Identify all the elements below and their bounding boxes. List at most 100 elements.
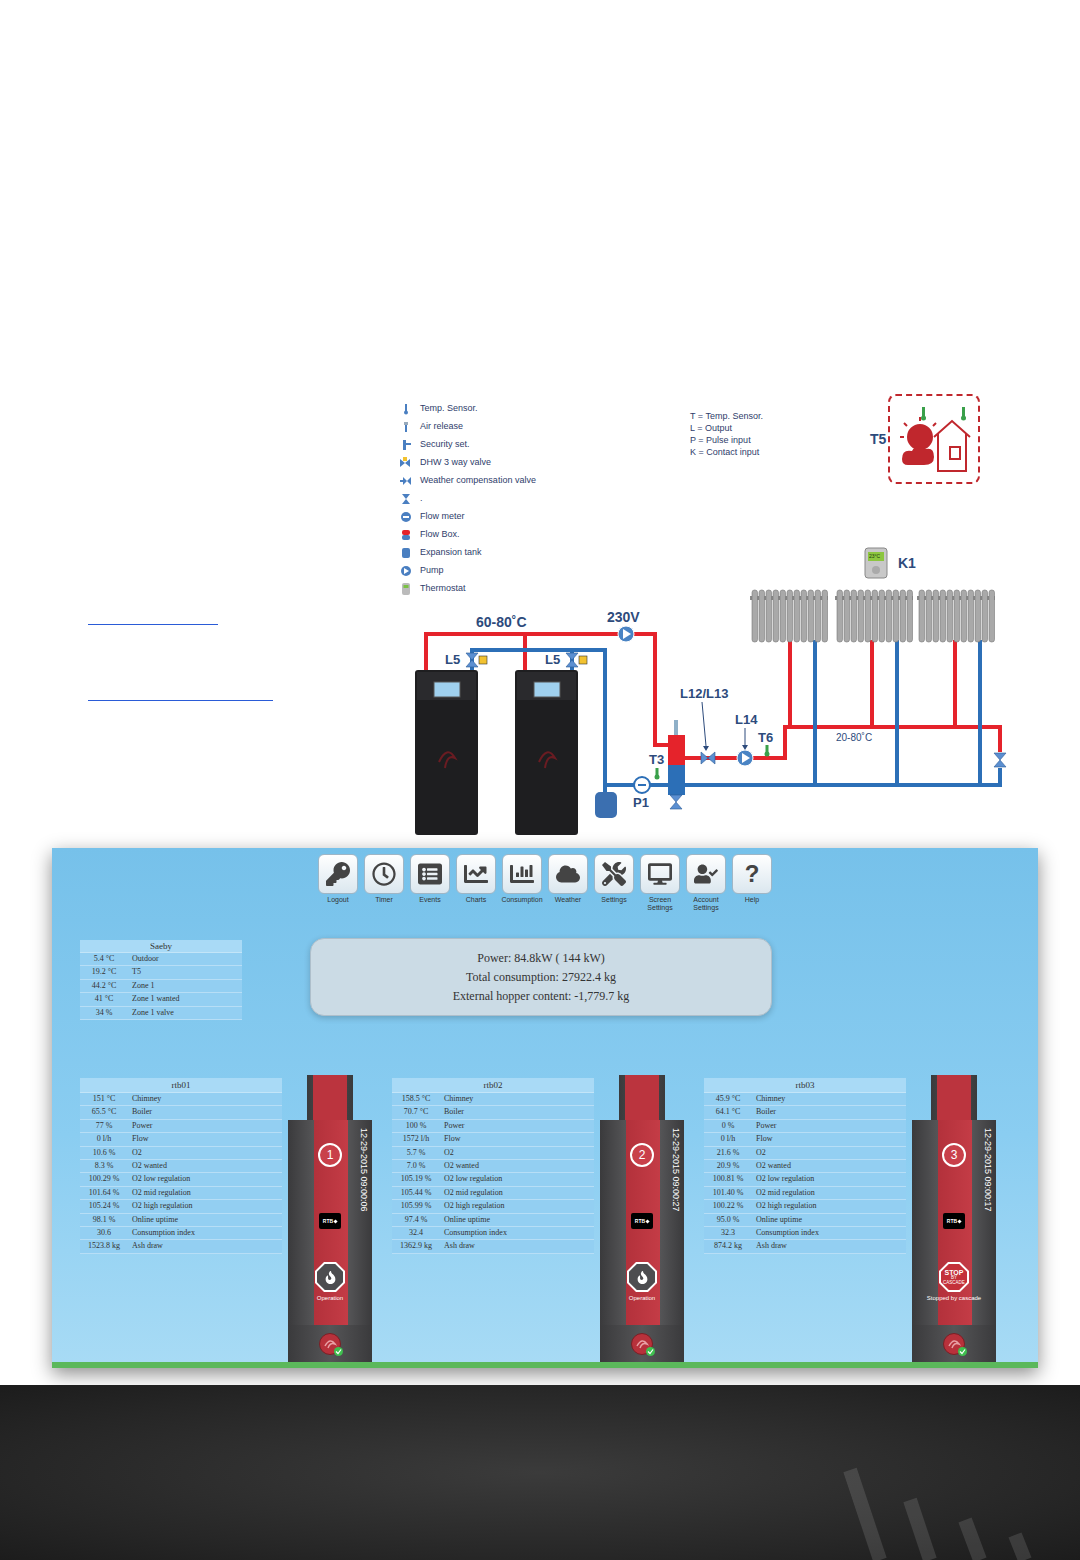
charts-icon (464, 862, 488, 886)
boiler-chimney[interactable]: 2RTBOperation12-29-2015 09:00:27 (600, 1075, 684, 1362)
toolbar-item[interactable]: Logout (315, 854, 361, 904)
pump-voltage-label: 230V (607, 610, 640, 624)
timer-icon (372, 862, 396, 886)
valve-icon (400, 493, 412, 505)
toolbar-button[interactable] (410, 854, 450, 894)
toolbar-item[interactable]: Account Settings (683, 854, 729, 912)
chimney-top (307, 1075, 353, 1120)
legend-item: Security set. (400, 436, 690, 454)
toolbar-button[interactable] (456, 854, 496, 894)
toolbar-item[interactable]: Weather (545, 854, 591, 904)
row-value: 19.2 °C (80, 966, 128, 978)
abbreviation-legend: T = Temp. Sensor.L = OutputP = Pulse inp… (690, 410, 870, 458)
toolbar-button[interactable] (594, 854, 634, 894)
toolbar-button[interactable] (640, 854, 680, 894)
data-table: Saeby5.4 °COutdoor19.2 °CT544.2 °CZone 1… (80, 940, 242, 1020)
flame-icon (324, 1271, 337, 1284)
flowbox-icon (400, 529, 412, 541)
chimney-base (600, 1325, 684, 1362)
diagram-section: 60-80˚C230VL5L5L12/L13L14T6T3P120-80˚CK1… (0, 390, 1080, 840)
summary-line: Power: 84.8kW ( 144 kW) (477, 949, 604, 968)
link-underline[interactable] (88, 624, 218, 625)
toolbar-item[interactable]: Screen Settings (637, 854, 683, 912)
check-icon (646, 1347, 655, 1356)
boiler-group: rtb0345.9 °CChimney64.1 °CBoiler0 %Power… (704, 1075, 996, 1362)
toolbar-button[interactable] (686, 854, 726, 894)
row-value: 158.5 °C (392, 1093, 440, 1105)
boiler-status: Operation (317, 1295, 343, 1302)
abbreviation-item: K = Contact input (690, 446, 870, 458)
row-label: Boiler (440, 1106, 594, 1118)
row-value: 20.9 % (704, 1160, 752, 1172)
table-row: 105.99 %O2 high regulation (392, 1200, 594, 1213)
row-label: O2 (128, 1147, 282, 1159)
toolbar-button[interactable] (318, 854, 358, 894)
row-label: Ash draw (128, 1240, 282, 1252)
valve-icon (566, 653, 578, 667)
toolbar-button[interactable] (502, 854, 542, 894)
data-table: rtb01151 °CChimney65.5 °CBoiler77 %Power… (80, 1078, 282, 1254)
boiler-chimney[interactable]: 1RTBOperation12-29-2015 09:00:06 (288, 1075, 372, 1362)
chimney-top (619, 1075, 665, 1120)
row-value: 7.0 % (392, 1160, 440, 1172)
row-value: 100 % (392, 1120, 440, 1132)
table-row: 101.40 %O2 mid regulation (704, 1187, 906, 1200)
link-underline[interactable] (88, 700, 273, 701)
row-value: 70.7 °C (392, 1106, 440, 1118)
toolbar-item[interactable]: Timer (361, 854, 407, 904)
table-row: 1362.9 kgAsh draw (392, 1240, 594, 1253)
summary-line: External hopper content: -1,779.7 kg (453, 987, 630, 1006)
table-row: 101.64 %O2 mid regulation (80, 1187, 282, 1200)
table-row: 100 %Power (392, 1120, 594, 1133)
boiler-status: Stopped by cascade (927, 1295, 981, 1302)
toolbar-item[interactable]: Consumption (499, 854, 545, 904)
boiler-chimney[interactable]: 3RTBSTOPBYCASCADEStopped by cascade12-29… (912, 1075, 996, 1362)
row-value: 101.40 % (704, 1187, 752, 1199)
toolbar-item[interactable]: Settings (591, 854, 637, 904)
thermostat-icon (400, 583, 412, 595)
row-label: Flow (128, 1133, 282, 1145)
temp-sensor-icon (765, 745, 770, 757)
legend-item: Pump (400, 562, 690, 580)
row-label: Ash draw (752, 1240, 906, 1252)
table-title: Saeby (80, 940, 242, 953)
row-value: 41 °C (80, 993, 128, 1005)
table-row: 0 %Power (704, 1120, 906, 1133)
legend-item: Temp. Sensor. (400, 400, 690, 418)
toolbar-button[interactable] (364, 854, 404, 894)
symbol-legend: Temp. Sensor.Air releaseSecurity set.DHW… (400, 400, 690, 598)
boiler-unit-icon (415, 670, 478, 835)
table-row: 64.1 °CBoiler (704, 1106, 906, 1119)
row-value: 64.1 °C (704, 1106, 752, 1118)
row-label: O2 low regulation (752, 1173, 906, 1185)
row-label: O2 (440, 1147, 594, 1159)
toolbar-label: Charts (466, 896, 487, 904)
row-label: Consumption index (752, 1227, 906, 1239)
expansion-icon (400, 547, 412, 559)
page: 60-80˚C230VL5L5L12/L13L14T6T3P120-80˚CK1… (0, 0, 1080, 1560)
toolbar-item[interactable]: ? Help (729, 854, 775, 904)
toolbar-label: Help (745, 896, 759, 904)
table-row: 0 l/hFlow (704, 1133, 906, 1146)
table-row: 10.6 %O2 (80, 1147, 282, 1160)
air-icon (400, 421, 412, 433)
flow-meter-icon (634, 777, 650, 793)
toolbar-button[interactable] (548, 854, 588, 894)
valve-icon (701, 752, 715, 764)
row-value: 95.0 % (704, 1214, 752, 1226)
bottom-band (0, 1385, 1080, 1560)
toolbar-item[interactable]: Events (407, 854, 453, 904)
radiator-icon (750, 590, 828, 642)
boiler-group: rtb01151 °CChimney65.5 °CBoiler77 %Power… (80, 1075, 372, 1362)
table-row: 41 °CZone 1 wanted (80, 993, 242, 1006)
monitor-screenshot: LogoutTimerEvents Charts ConsumptionWeathe… (52, 848, 1038, 1368)
row-label: Online uptime (440, 1214, 594, 1226)
toolbar-item[interactable]: Charts (453, 854, 499, 904)
toolbar-button[interactable]: ? (732, 854, 772, 894)
table-row: 32.4Consumption index (392, 1227, 594, 1240)
row-value: 100.29 % (80, 1173, 128, 1185)
row-label: Boiler (128, 1106, 282, 1118)
summary-box: Power: 84.8kW ( 144 kW)Total consumption… (310, 938, 772, 1016)
row-value: 105.99 % (392, 1200, 440, 1212)
table-row: 874.2 kgAsh draw (704, 1240, 906, 1253)
